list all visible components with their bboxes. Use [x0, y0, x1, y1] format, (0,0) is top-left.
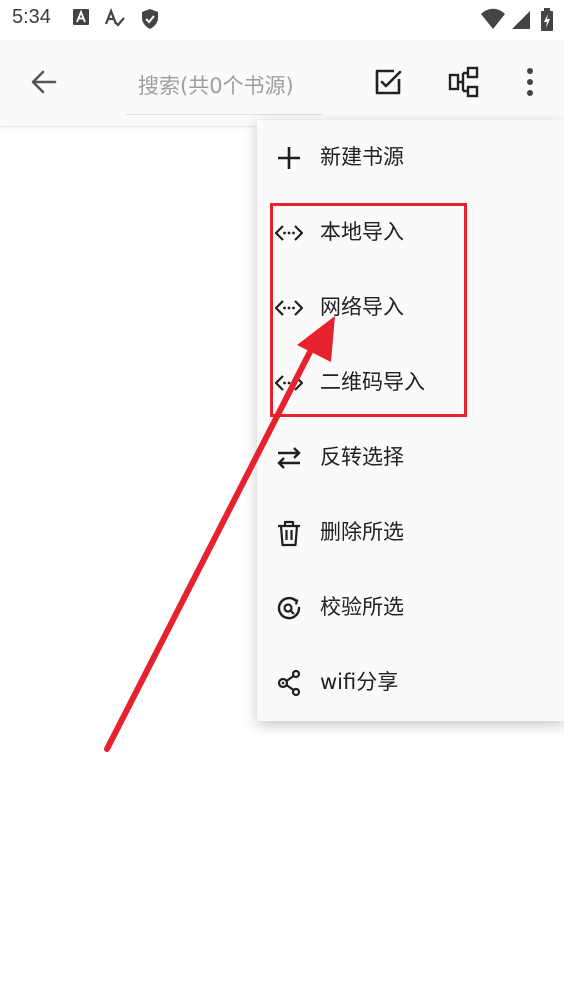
menu-item-label: wifi分享	[320, 670, 399, 694]
search-input[interactable]	[126, 58, 322, 115]
text-a-check-icon	[104, 8, 125, 27]
menu-item-qrcode-import[interactable]: 二维码导入	[257, 345, 564, 420]
group-button[interactable]	[446, 64, 482, 100]
menu-item-check-selected[interactable]: 校验所选	[257, 570, 564, 645]
menu-item-label: 校验所选	[320, 595, 404, 619]
more-options-button[interactable]	[512, 64, 548, 100]
menu-item-label: 二维码导入	[320, 370, 425, 394]
code-icon	[275, 300, 303, 316]
status-bar: 5:34	[0, 0, 564, 40]
battery-charging-icon	[541, 8, 553, 31]
menu-item-local-import[interactable]: 本地导入	[257, 195, 564, 270]
menu-item-new-source[interactable]: 新建书源	[257, 120, 564, 195]
check-source-icon	[277, 596, 301, 620]
wifi-icon	[481, 8, 505, 29]
delete-icon	[278, 520, 300, 547]
menu-item-label: 本地导入	[320, 220, 404, 244]
group-icon	[448, 66, 479, 98]
menu-item-label: 网络导入	[320, 295, 404, 319]
menu-item-network-import[interactable]: 网络导入	[257, 270, 564, 345]
menu-item-label: 新建书源	[320, 145, 404, 169]
status-time: 5:34	[12, 6, 51, 28]
menu-item-wifi-share[interactable]: wifi分享	[257, 645, 564, 720]
menu-item-delete-selected[interactable]: 删除所选	[257, 495, 564, 570]
arrow-back-icon	[31, 70, 57, 94]
share-icon	[277, 669, 301, 697]
select-mode-button[interactable]	[370, 64, 406, 100]
signal-icon	[512, 11, 530, 29]
menu-item-invert-selection[interactable]: 反转选择	[257, 420, 564, 495]
code-icon	[275, 375, 303, 391]
menu-item-label: 删除所选	[320, 520, 404, 544]
plus-icon	[278, 147, 300, 169]
back-button[interactable]	[26, 64, 62, 100]
code-icon	[275, 225, 303, 241]
more-vert-icon	[527, 68, 533, 96]
text-a-icon	[73, 9, 89, 25]
shield-check-icon	[142, 9, 158, 29]
swap-icon	[277, 447, 301, 469]
app-bar	[0, 40, 564, 127]
edit-checkbox-icon	[375, 69, 402, 95]
menu-item-label: 反转选择	[320, 445, 404, 469]
overflow-menu: 新建书源 本地导入 网络导入 二维码导入 反转选择 删除所选 校验所选 wifi…	[257, 120, 564, 721]
